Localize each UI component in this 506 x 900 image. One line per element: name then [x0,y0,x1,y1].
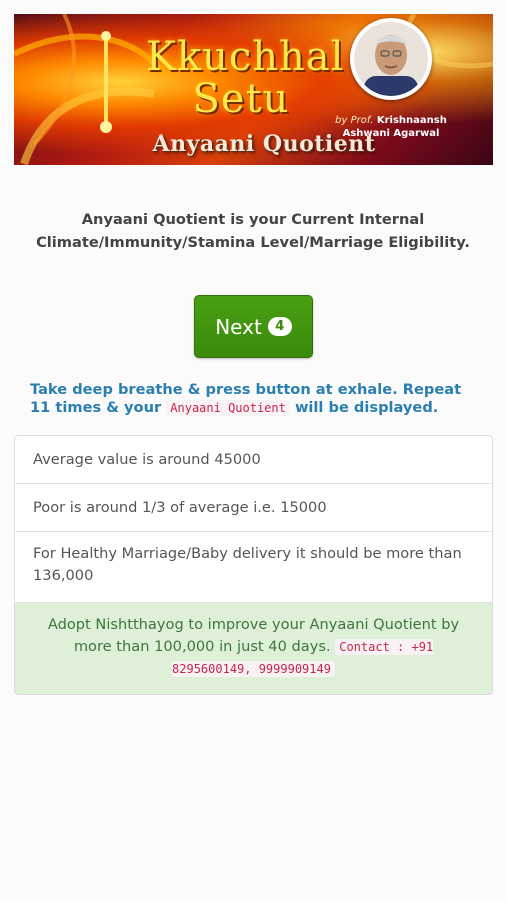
banner-title-line1: Kkuchhal [146,34,345,80]
header-banner: Kkuchhal Setu by Prof. Krishnaansh Ashwa… [14,14,493,165]
next-button-label: Next [215,314,262,339]
info-list: Average value is around 45000 Poor is ar… [14,435,493,695]
banner-title-line2: Setu [192,76,290,122]
success-list-item: Adopt Nishtthayog to improve your Anyaan… [15,603,492,694]
list-item: Average value is around 45000 [15,436,492,484]
intro-text: Anyaani Quotient is your Current Interna… [36,211,470,251]
list-item: Poor is around 1/3 of average i.e. 15000 [15,484,492,532]
instruction-code: Anyaani Quotient [166,400,290,416]
banner-title: Kkuchhal Setu [146,34,345,122]
banner-author-by: by Prof. [335,115,374,126]
breathing-instruction: Take deep breathe & press button at exha… [30,381,480,417]
next-count-badge: 4 [267,317,292,336]
next-button[interactable]: Next 4 [194,295,313,358]
instruction-text-after: will be displayed. [289,399,439,416]
banner-author-name1: Krishnaansh [376,115,447,126]
author-avatar [350,18,432,100]
list-item: For Healthy Marriage/Baby delivery it sh… [15,532,492,603]
banner-subtitle: Anyaani Quotient [152,131,376,157]
